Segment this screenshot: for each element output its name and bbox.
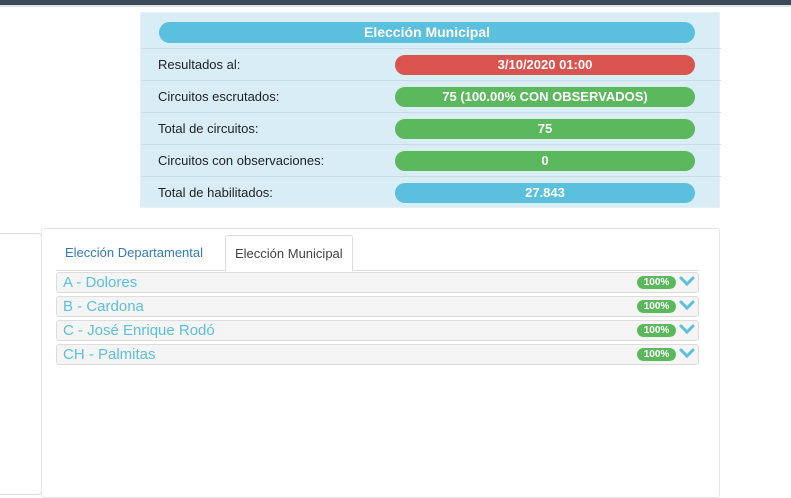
- chevron-down-icon[interactable]: [679, 323, 695, 337]
- scrutinized-circuits-badge: 75 (100.00% CON OBSERVADOS): [395, 87, 695, 107]
- summary-title: Elección Municipal: [159, 22, 695, 43]
- tab-eleccion-departamental[interactable]: Elección Departamental: [56, 235, 212, 271]
- municipio-label: A - Dolores: [63, 274, 138, 291]
- total-circuits-badge: 75: [395, 119, 695, 139]
- progress-badge: 100%: [637, 324, 676, 337]
- progress-badge: 100%: [637, 276, 676, 289]
- summary-row-habilitados: Total de habilitados: 27.843: [141, 176, 721, 209]
- summary-label: Resultados al:: [158, 57, 241, 72]
- summary-row-escrutados: Circuitos escrutados: 75 (100.00% CON OB…: [141, 80, 721, 113]
- tab-eleccion-municipal[interactable]: Elección Municipal: [225, 235, 353, 272]
- results-summary-panel: Elección Municipal Resultados al: 3/10/2…: [140, 12, 721, 209]
- summary-row-total-circuitos: Total de circuitos: 75: [141, 112, 721, 145]
- list-item[interactable]: B - Cardona 100%: [56, 296, 699, 317]
- left-side-card: [0, 233, 42, 495]
- summary-label: Total de habilitados:: [158, 185, 273, 200]
- summary-label: Circuitos escrutados:: [158, 89, 280, 104]
- observed-circuits-badge: 0: [395, 151, 695, 171]
- chevron-down-icon[interactable]: [679, 299, 695, 313]
- summary-label: Circuitos con observaciones:: [158, 153, 325, 168]
- municipio-label: C - José Enrique Rodó: [63, 322, 215, 339]
- municipio-label: B - Cardona: [63, 298, 144, 315]
- municipio-label: CH - Palmitas: [63, 346, 156, 363]
- summary-row-observaciones: Circuitos con observaciones: 0: [141, 144, 721, 177]
- results-timestamp-badge: 3/10/2020 01:00: [395, 55, 695, 75]
- navbar-shadow: [0, 5, 791, 7]
- list-item[interactable]: A - Dolores 100%: [56, 272, 699, 293]
- progress-badge: 100%: [637, 300, 676, 313]
- summary-row-resultados: Resultados al: 3/10/2020 01:00: [141, 48, 721, 81]
- eligible-voters-badge: 27.843: [395, 183, 695, 203]
- summary-label: Total de circuitos:: [158, 121, 259, 136]
- progress-badge: 100%: [637, 348, 676, 361]
- list-item[interactable]: C - José Enrique Rodó 100%: [56, 320, 699, 341]
- list-item[interactable]: CH - Palmitas 100%: [56, 344, 699, 365]
- chevron-down-icon[interactable]: [679, 275, 695, 289]
- chevron-down-icon[interactable]: [679, 347, 695, 361]
